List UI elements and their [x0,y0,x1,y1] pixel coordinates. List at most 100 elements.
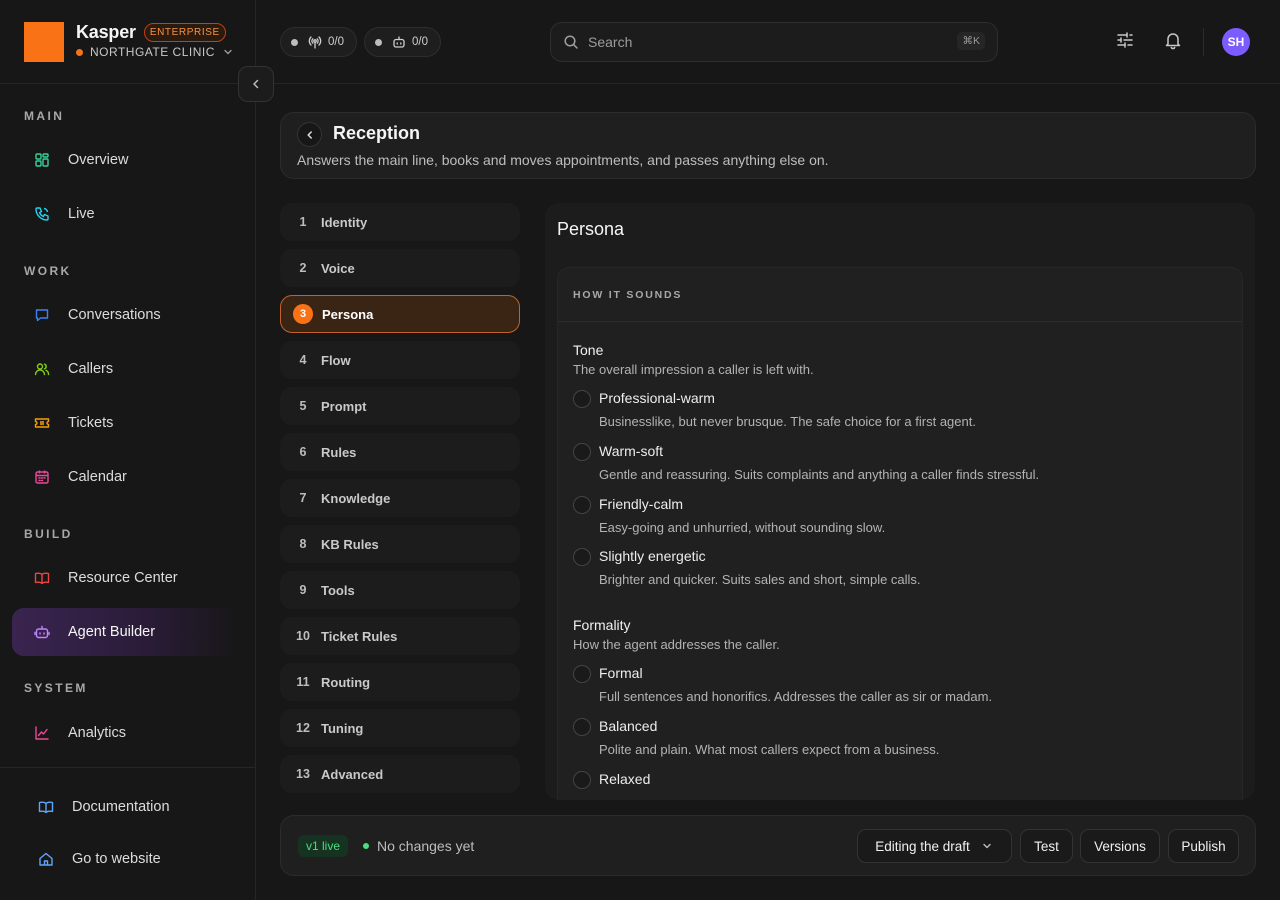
sidebar-item-overview[interactable]: Overview [12,136,238,184]
section-work: WORK [24,264,72,278]
formality-help: How the agent addresses the caller. [573,637,780,652]
sidebar-link-website[interactable]: Go to website [38,851,161,867]
option-description: Full sentences and honorifics. Addresses… [599,689,993,704]
sidebar-item-analytics[interactable]: Analytics [12,709,238,757]
step-kb-rules[interactable]: 8 KB Rules [280,525,520,563]
step-routing[interactable]: 11 Routing [280,663,520,701]
versions-button[interactable]: Versions [1080,829,1160,863]
step-label: Voice [321,260,355,276]
tone-help: The overall impression a caller is left … [573,362,814,377]
step-flow[interactable]: 4 Flow [280,341,520,379]
step-knowledge[interactable]: 7 Knowledge [280,479,520,517]
radio-button[interactable] [573,496,591,514]
step-label: Tuning [321,720,364,736]
step-number: 13 [296,767,310,781]
step-number: 9 [299,583,307,597]
sidebar-item-label: Live [68,206,95,222]
step-voice[interactable]: 2 Voice [280,249,520,287]
sidebar-item-label: Calendar [68,469,127,485]
divider [0,83,256,84]
chevron-down-icon [223,47,233,57]
search-input[interactable]: Search ⌘K [550,22,998,62]
edit-mode-select[interactable]: Editing the draft [857,829,1012,863]
step-tools[interactable]: 9 Tools [280,571,520,609]
sidebar-item-label: Analytics [68,725,127,741]
radio-button[interactable] [573,548,591,566]
how-it-sounds-card: HOW IT SOUNDS Tone The overall impressio… [557,267,1243,800]
step-number: 2 [299,261,307,275]
step-label: Advanced [321,766,384,782]
radio-button[interactable] [573,771,591,789]
brand-name: Kasper [76,21,136,42]
step-prompt[interactable]: 5 Prompt [280,387,520,425]
back-button[interactable] [297,122,322,147]
step-label: Rules [321,444,357,460]
step-label: Prompt [321,398,367,414]
sidebar: Kasper ENTERPRISE NORTHGATE CLINIC MAIN … [0,0,256,900]
sliders-icon[interactable] [1115,30,1135,50]
avatar[interactable]: SH [1222,28,1250,56]
sidebar-item-label: Callers [68,361,114,377]
live-calls-indicator[interactable]: 0/0 [280,27,357,57]
radio-button[interactable] [573,390,591,408]
step-tuning[interactable]: 12 Tuning [280,709,520,747]
divider [256,83,1280,84]
antenna-icon [308,35,322,49]
step-number: 10 [296,629,310,643]
bell-icon[interactable] [1163,30,1183,50]
option-description: Gentle and reassuring. Suits complaints … [599,467,1040,482]
sidebar-item-live[interactable]: Live [12,190,238,238]
chevron-down-icon [980,839,994,853]
sidebar-item-calendar[interactable]: Calendar [12,453,238,501]
status-dot [375,38,382,46]
draft-status: No changes yet [377,838,475,854]
sidebar-item-agent-builder[interactable]: Agent Builder [12,608,238,656]
step-identity[interactable]: 1 Identity [280,203,520,241]
step-rules[interactable]: 6 Rules [280,433,520,471]
publish-button[interactable]: Publish [1168,829,1239,863]
sidebar-link-documentation[interactable]: Documentation [38,799,170,815]
radio-button[interactable] [573,718,591,736]
test-button[interactable]: Test [1020,829,1073,863]
sidebar-item-label: Resource Center [68,570,178,586]
option-description: Businesslike, but never brusque. The saf… [599,414,976,429]
sidebar-item-resource-center[interactable]: Resource Center [12,554,238,602]
org-switcher[interactable]: NORTHGATE CLINIC [76,45,233,59]
sidebar-item-tickets[interactable]: Tickets [12,399,238,447]
phone-icon [34,206,50,222]
active-agents-count: 0/0 [412,36,428,48]
step-number: 5 [299,399,307,413]
step-number: 1 [299,215,307,229]
step-number: 12 [296,721,310,735]
sidebar-item-callers[interactable]: Callers [12,345,238,393]
page-description: Answers the main line, books and moves a… [297,152,829,168]
search-placeholder: Search [588,34,633,50]
divider [0,767,256,768]
step-advanced[interactable]: 13 Advanced [280,755,520,793]
step-persona[interactable]: 3 Persona [280,295,520,333]
brand: Kasper ENTERPRISE NORTHGATE CLINIC [24,20,233,64]
section-build: BUILD [24,527,73,541]
sidebar-item-label: Agent Builder [68,624,156,640]
status-dot [291,38,298,46]
step-label: Flow [321,352,351,368]
step-label: Tools [321,582,355,598]
grid-icon [34,152,50,168]
step-label: Persona [322,306,374,322]
step-ticket-rules[interactable]: 10 Ticket Rules [280,617,520,655]
section-system: SYSTEM [24,681,88,695]
radio-button[interactable] [573,443,591,461]
sidebar-item-conversations[interactable]: Conversations [12,291,238,339]
chevron-left-icon [250,78,262,90]
section-main: MAIN [24,109,65,123]
plan-badge: ENTERPRISE [143,22,226,42]
active-agents-indicator[interactable]: 0/0 [364,27,441,57]
collapse-sidebar-button[interactable] [238,66,274,102]
book-icon [38,799,54,815]
sidebar-link-label: Documentation [72,799,170,815]
step-number: 7 [299,491,307,505]
sidebar-item-label: Tickets [68,415,114,431]
radio-button[interactable] [573,665,591,683]
brand-logo [24,22,64,62]
org-name: NORTHGATE CLINIC [90,45,215,59]
